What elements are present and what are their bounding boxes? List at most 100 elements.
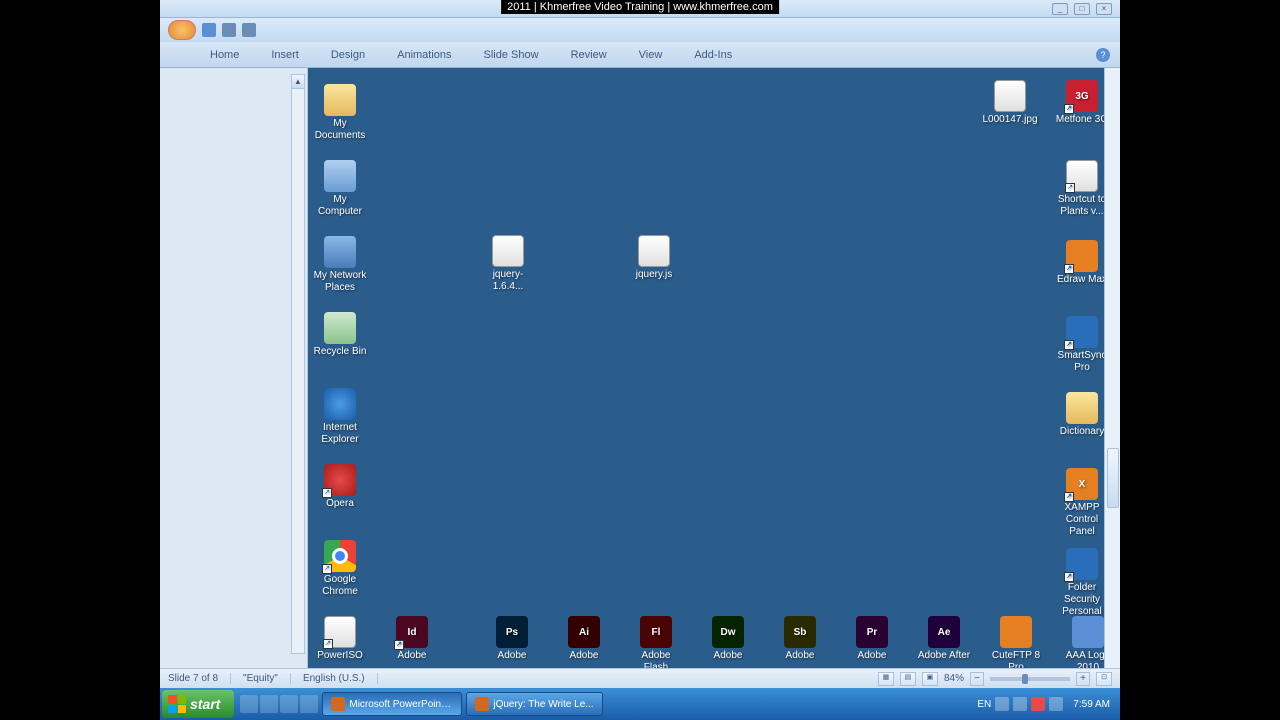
app-icon: X↗ xyxy=(1066,468,1098,500)
slideshow-view-button[interactable]: ▣ xyxy=(922,672,938,686)
app-icon: ↗ xyxy=(1066,160,1098,192)
desktop-icon-opera[interactable]: ↗Opera xyxy=(312,464,368,510)
normal-view-button[interactable]: ▦ xyxy=(878,672,894,686)
app-icon xyxy=(638,235,670,267)
shortcut-arrow-icon: ↗ xyxy=(1064,572,1074,582)
desktop-icon-dictionary[interactable]: Dictionary xyxy=(1054,392,1110,438)
zoom-out-button[interactable]: − xyxy=(970,672,984,686)
ribbon-tab-animations[interactable]: Animations xyxy=(397,49,451,61)
ql-icon-1[interactable] xyxy=(240,695,258,713)
icon-label: Adobe xyxy=(844,650,900,662)
app-icon xyxy=(492,235,524,267)
zoom-slider[interactable] xyxy=(990,677,1070,681)
desktop-icon-adobe-flash[interactable]: FlAdobe Flash xyxy=(628,616,684,668)
icon-label: PowerISO xyxy=(312,650,368,662)
desktop-icon-shortcut-to-plants-v-[interactable]: ↗Shortcut to Plants v... xyxy=(1054,160,1110,218)
icon-label: Adobe xyxy=(384,650,440,662)
app-icon: Dw xyxy=(712,616,744,648)
desktop-icon-my-computer[interactable]: My Computer xyxy=(312,160,368,218)
quick-access-toolbar xyxy=(160,18,1120,42)
ribbon-tab-view[interactable]: View xyxy=(639,49,663,61)
icon-label: Adobe xyxy=(772,650,828,662)
desktop-icon-my-documents[interactable]: My Documents xyxy=(312,84,368,142)
app-icon xyxy=(994,80,1026,112)
tray-icon-2[interactable] xyxy=(1013,697,1027,711)
ribbon-tab-insert[interactable]: Insert xyxy=(271,49,299,61)
app-icon: ↗ xyxy=(324,540,356,572)
icon-label: My Documents xyxy=(312,118,368,142)
desktop-icon-jquery-1-6-4-[interactable]: jquery-1.6.4... xyxy=(480,235,536,293)
slide-thumbnail-pane[interactable]: ▲ xyxy=(160,68,308,668)
desktop-icon-google-chrome[interactable]: ↗Google Chrome xyxy=(312,540,368,598)
help-icon[interactable]: ? xyxy=(1096,48,1110,62)
icon-label: XAMPP Control Panel xyxy=(1054,502,1110,538)
desktop-icon-recycle-bin[interactable]: Recycle Bin xyxy=(312,312,368,358)
ql-icon-4[interactable] xyxy=(300,695,318,713)
taskbar-item[interactable]: jQuery: The Write Le... xyxy=(466,692,602,716)
slide-scrollbar[interactable] xyxy=(1104,68,1120,668)
thumbnail-scrollbar[interactable]: ▲ xyxy=(291,74,305,654)
minimize-button[interactable]: _ xyxy=(1052,3,1068,15)
tray-icon-4[interactable] xyxy=(1049,697,1063,711)
app-icon xyxy=(324,312,356,344)
app-icon: Id↗ xyxy=(396,616,428,648)
icon-label: Adobe xyxy=(700,650,756,662)
desktop-icon-adobe[interactable]: Dw Adobe xyxy=(700,616,756,662)
zoom-in-button[interactable]: + xyxy=(1076,672,1090,686)
ribbon-tab-design[interactable]: Design xyxy=(331,49,365,61)
shortcut-arrow-icon: ↗ xyxy=(323,639,333,649)
app-icon: 3G↗ xyxy=(1066,80,1098,112)
icon-label: Metfone 3G xyxy=(1054,114,1110,126)
desktop-icon-adobe[interactable]: SbAdobe xyxy=(772,616,828,662)
ribbon-tab-slideshow[interactable]: Slide Show xyxy=(484,49,539,61)
desktop-icon-xampp-control-panel[interactable]: X↗XAMPP Control Panel xyxy=(1054,468,1110,538)
desktop-icon-adobe[interactable]: AiAdobe xyxy=(556,616,612,662)
maximize-button[interactable]: □ xyxy=(1074,3,1090,15)
icon-label: Shortcut to Plants v... xyxy=(1054,194,1110,218)
taskbar-clock[interactable]: 7:59 AM xyxy=(1067,699,1116,710)
icon-label: Adobe Flash xyxy=(628,650,684,668)
icon-label: My Computer xyxy=(312,194,368,218)
undo-icon[interactable] xyxy=(222,23,236,37)
zoom-percent[interactable]: 84% xyxy=(944,673,964,684)
scrollbar-thumb[interactable] xyxy=(1107,448,1119,508)
desktop-icon-my-network-places[interactable]: My Network Places xyxy=(312,236,368,294)
close-button[interactable]: × xyxy=(1096,3,1112,15)
desktop-icon-metfone-3g[interactable]: 3G↗ Metfone 3G xyxy=(1054,80,1110,126)
desktop-icon-edraw-max[interactable]: ↗Edraw Max xyxy=(1054,240,1110,286)
office-button[interactable] xyxy=(168,20,196,40)
slide-editor-pane[interactable]: My Documents My Computer My Network Places… xyxy=(308,68,1120,668)
start-button[interactable]: start xyxy=(162,690,234,718)
tray-language[interactable]: EN xyxy=(977,699,991,710)
shortcut-arrow-icon: ↗ xyxy=(1065,183,1075,193)
desktop-icon-internet-explorer[interactable]: Internet Explorer xyxy=(312,388,368,446)
taskbar-item[interactable]: Microsoft PowerPoint ... xyxy=(322,692,462,716)
language-indicator[interactable]: English (U.S.) xyxy=(303,673,378,684)
icon-label: Adobe xyxy=(484,650,540,662)
desktop-icon-cuteftp-8-pro[interactable]: CuteFTP 8 Pro xyxy=(988,616,1044,668)
task-label: jQuery: The Write Le... xyxy=(493,699,593,710)
ql-icon-3[interactable] xyxy=(280,695,298,713)
app-icon xyxy=(1066,392,1098,424)
ql-icon-2[interactable] xyxy=(260,695,278,713)
tray-icon-1[interactable] xyxy=(995,697,1009,711)
desktop-icon-adobe[interactable]: PrAdobe xyxy=(844,616,900,662)
desktop-icon-jquery-js[interactable]: jquery.js xyxy=(626,235,682,281)
sorter-view-button[interactable]: ▤ xyxy=(900,672,916,686)
desktop-icon-poweriso[interactable]: ↗PowerISO xyxy=(312,616,368,662)
app-icon xyxy=(1000,616,1032,648)
ribbon-tab-addins[interactable]: Add-Ins xyxy=(694,49,732,61)
app-icon xyxy=(324,388,356,420)
save-icon[interactable] xyxy=(202,23,216,37)
ribbon-tab-review[interactable]: Review xyxy=(571,49,607,61)
ribbon-tab-home[interactable]: Home xyxy=(210,49,239,61)
desktop-icon-smartsync-pro[interactable]: ↗SmartSync Pro xyxy=(1054,316,1110,374)
redo-icon[interactable] xyxy=(242,23,256,37)
desktop-icon-l000147-jpg[interactable]: L000147.jpg xyxy=(982,80,1038,126)
fit-button[interactable]: ⊡ xyxy=(1096,672,1112,686)
scroll-up-icon[interactable]: ▲ xyxy=(292,75,304,89)
desktop-icon-adobe-after[interactable]: AeAdobe After xyxy=(916,616,972,662)
desktop-icon-adobe[interactable]: Id↗ Adobe xyxy=(384,616,440,662)
desktop-icon-adobe[interactable]: PsAdobe xyxy=(484,616,540,662)
tray-icon-3[interactable] xyxy=(1031,697,1045,711)
